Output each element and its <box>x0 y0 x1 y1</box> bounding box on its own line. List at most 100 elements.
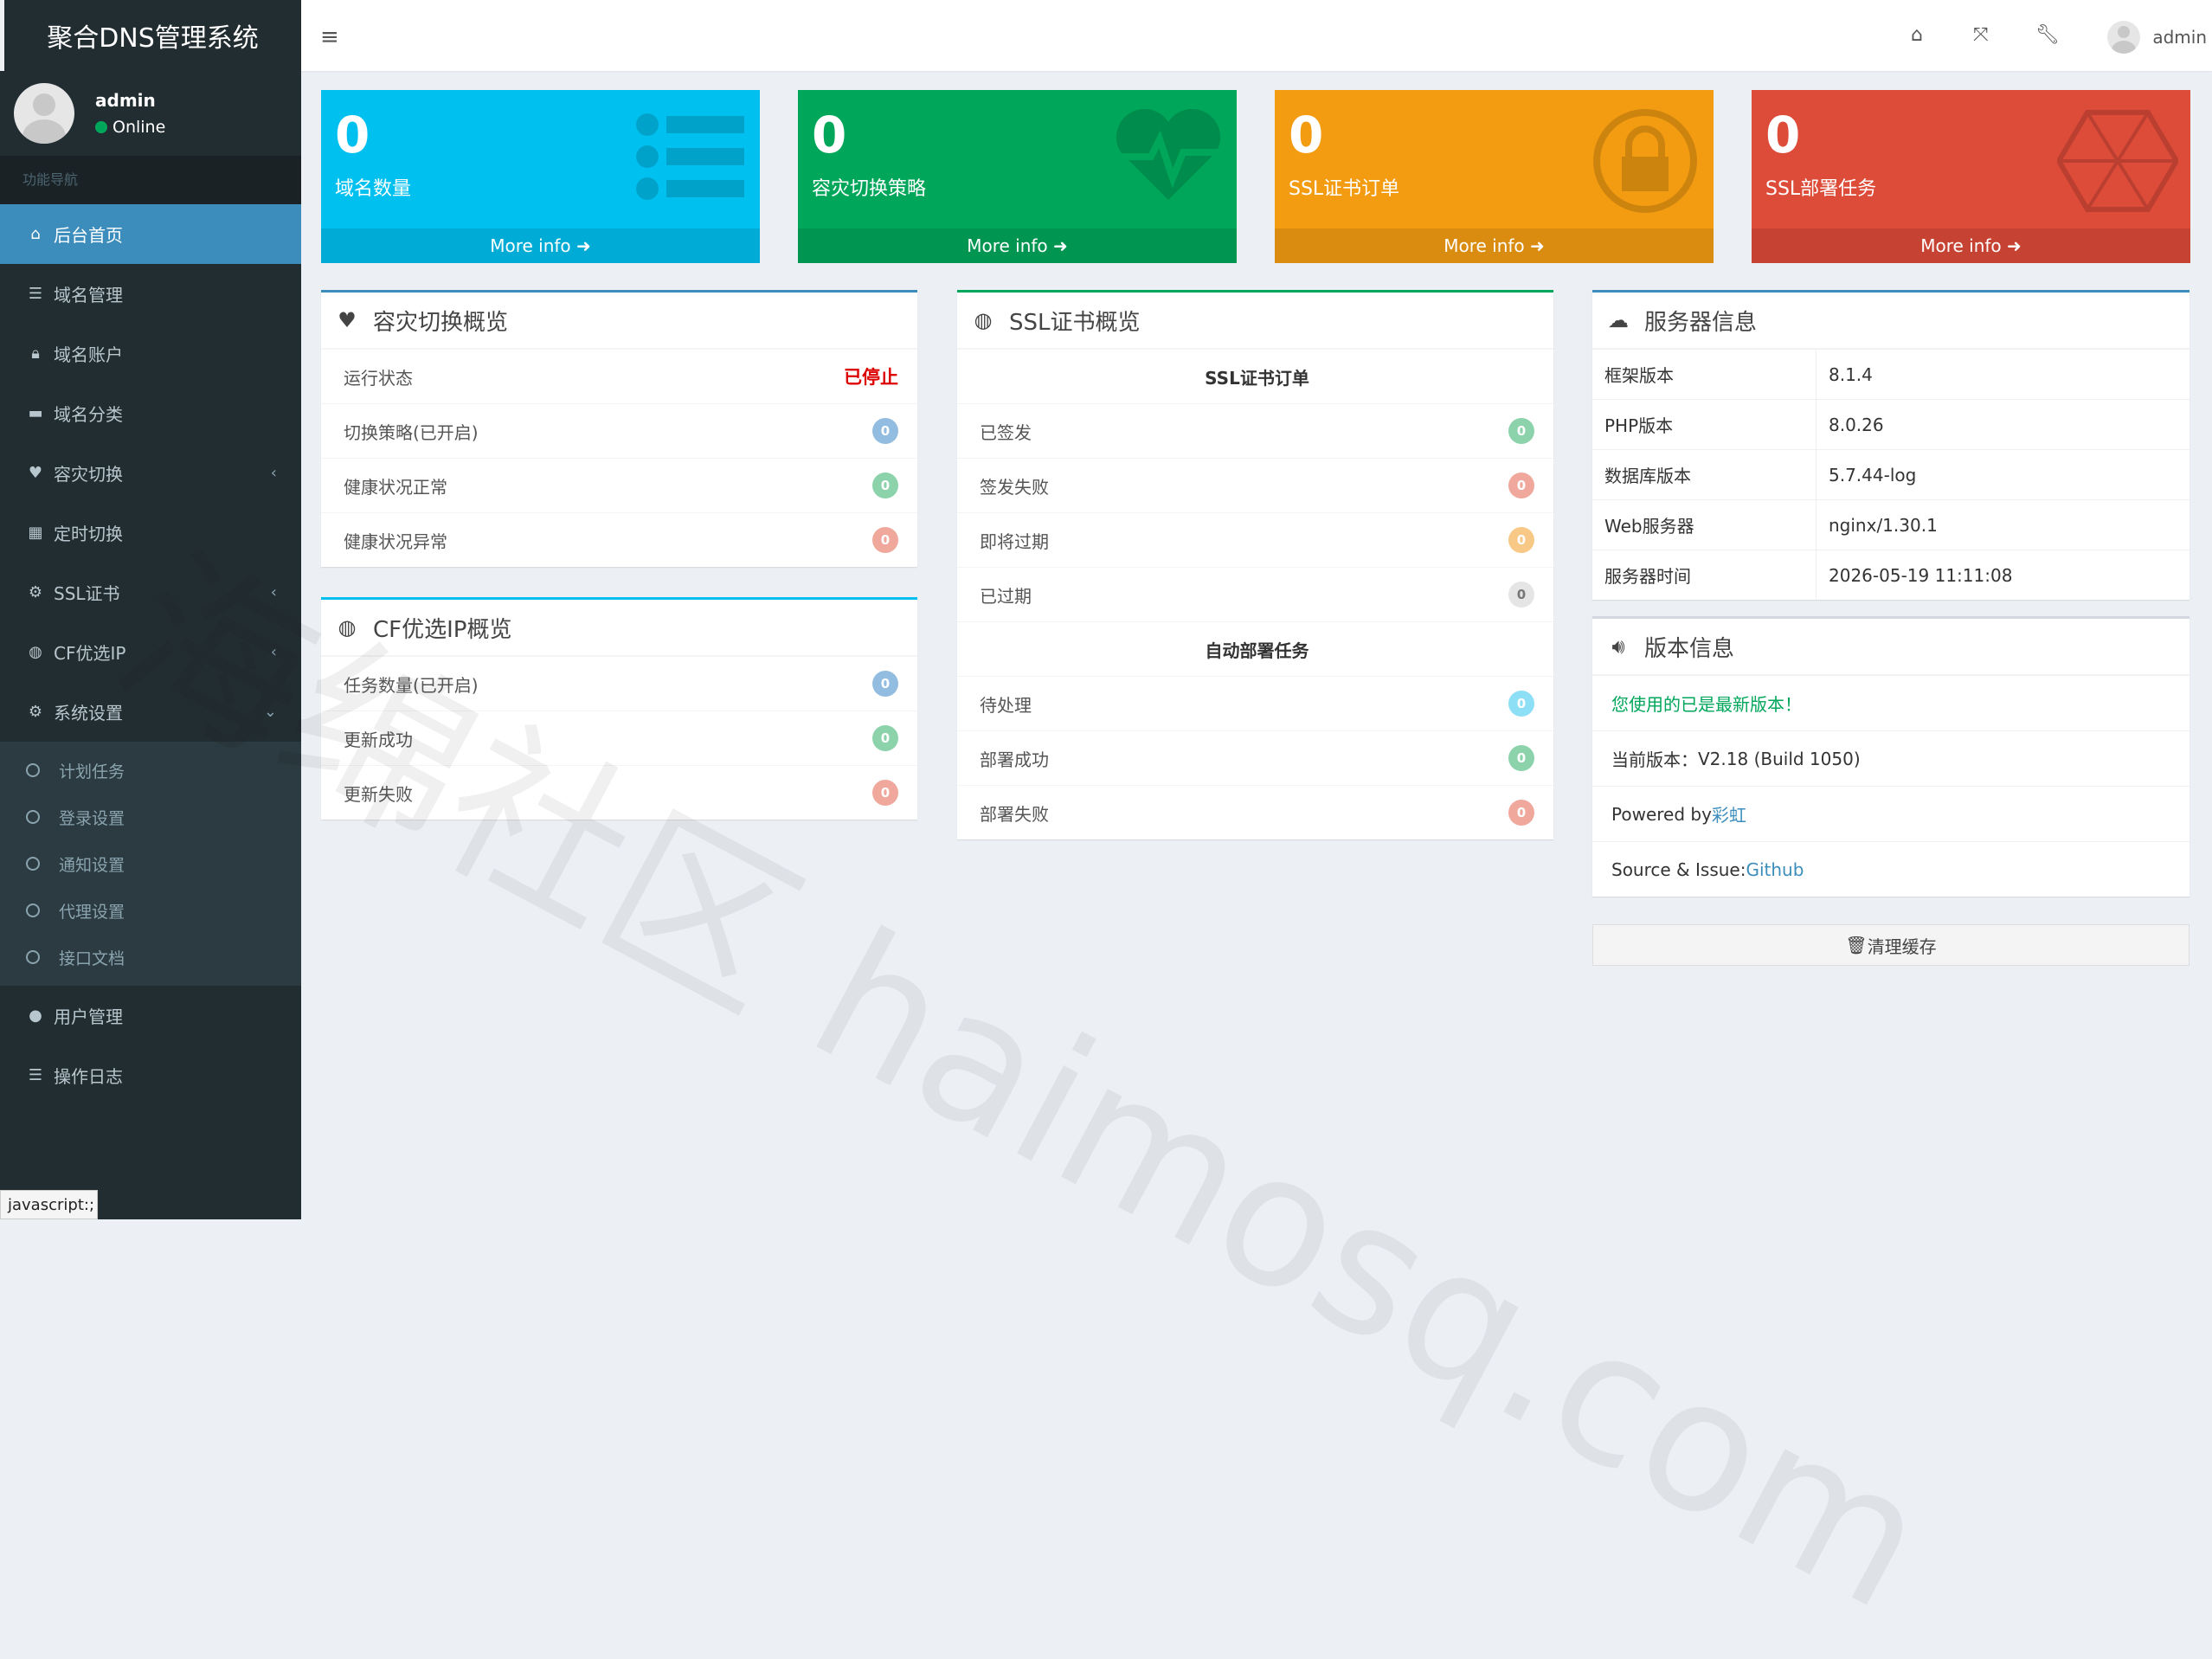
count-badge: 0 <box>1508 582 1534 608</box>
more-info-link[interactable]: More info ➜ <box>321 228 760 263</box>
sidebar-item-scheduled-switch[interactable]: ▦ 定时切换 <box>0 503 301 563</box>
more-info-link[interactable]: More info ➜ <box>1752 228 2190 263</box>
box-title: 版本信息 <box>1644 635 1735 662</box>
stat-value: 0 <box>1765 106 1801 164</box>
sidebar-item-dashboard[interactable]: ⌂ 后台首页 <box>0 204 301 264</box>
circle-icon <box>26 857 40 871</box>
wrench-icon[interactable]: 🔧︎ <box>2035 24 2060 46</box>
home-icon[interactable]: ⌂ <box>1911 24 1923 46</box>
stat-value: 0 <box>1289 106 1324 164</box>
circle-icon <box>26 950 40 964</box>
sidebar-item-label: 容灾切换 <box>54 464 123 485</box>
row-label: 即将过期 <box>980 530 1049 552</box>
clear-cache-button[interactable]: 🗑︎ 清理缓存 <box>1592 924 2189 966</box>
subitem-notify-settings[interactable]: 通知设置 <box>0 840 301 887</box>
table-row: 数据库版本 5.7.44-log <box>1592 449 2189 500</box>
stat-box-ssl-orders: 0 SSL证书订单 More info ➜ <box>1275 90 1714 263</box>
table-value: nginx/1.30.1 <box>1816 499 2189 550</box>
subitem-cron[interactable]: 计划任务 <box>0 747 301 794</box>
sidebar-item-logs[interactable]: ☰ 操作日志 <box>0 1045 301 1105</box>
list-item: 任务数量(已开启) 0 <box>321 656 917 711</box>
table-key: Web服务器 <box>1592 499 1817 550</box>
avatar <box>14 83 74 144</box>
subitem-label: 代理设置 <box>59 902 125 922</box>
row-label: 更新成功 <box>344 729 413 750</box>
table-key: PHP版本 <box>1592 399 1817 450</box>
row-label: 部署成功 <box>980 749 1049 770</box>
sidebar-item-domain-categories[interactable]: ▬ 域名分类 <box>0 383 301 443</box>
server-info-box: ☁ 服务器信息 框架版本 8.1.4 PHP版本 8.0.26 数据库版本 5.… <box>1592 290 2189 600</box>
box-title: SSL证书概览 <box>1009 309 1141 336</box>
powered-by: Powered by 彩虹 <box>1592 786 2189 841</box>
sidebar-item-failover[interactable]: ♥ 容灾切换 ‹ <box>0 443 301 503</box>
list-item: 即将过期 0 <box>957 512 1553 567</box>
sidebar-item-ssl[interactable]: ⚙ SSL证书 ‹ <box>0 563 301 622</box>
user-status-label: Online <box>113 118 166 137</box>
current-version-label: 当前版本： <box>1611 749 1698 770</box>
heartbeat-icon: ♥ <box>28 464 43 482</box>
table-row: PHP版本 8.0.26 <box>1592 399 2189 450</box>
powered-by-link[interactable]: 彩虹 <box>1712 801 1746 826</box>
subitem-api-docs[interactable]: 接口文档 <box>0 934 301 981</box>
count-badge: 0 <box>1508 418 1534 444</box>
count-badge: 0 <box>1508 473 1534 498</box>
chevron-left-icon: ‹ <box>270 643 277 661</box>
online-dot-icon <box>95 121 107 133</box>
hexagon-icon <box>2057 110 2178 212</box>
stat-label: SSL部署任务 <box>1765 178 1877 200</box>
list-item: 部署成功 0 <box>957 730 1553 785</box>
ssl-overview-box: ◍ SSL证书概览 SSL证书订单 已签发 0 签发失败 0 即将过期 0 已过… <box>957 290 1553 839</box>
circle-icon <box>26 903 40 917</box>
lock-icon <box>1593 109 1697 213</box>
count-badge: 0 <box>872 671 898 697</box>
sidebar-item-cf-ip[interactable]: ◍ CF优选IP ‹ <box>0 622 301 682</box>
section-header: SSL证书订单 <box>957 349 1553 403</box>
table-row: 框架版本 8.1.4 <box>1592 349 2189 400</box>
row-label: 签发失败 <box>980 476 1049 498</box>
subitem-proxy-settings[interactable]: 代理设置 <box>0 887 301 934</box>
sidebar-item-system-settings[interactable]: ⚙ 系统设置 ⌄ <box>0 682 301 742</box>
sidebar-item-label: 用户管理 <box>54 1006 123 1027</box>
user-name: admin <box>95 90 156 111</box>
status-badge: 已停止 <box>844 367 898 388</box>
count-badge: 0 <box>1508 800 1534 826</box>
count-badge: 0 <box>872 725 898 751</box>
stat-value: 0 <box>335 106 370 164</box>
sidebar-item-label: 后台首页 <box>54 225 123 246</box>
stat-value: 0 <box>812 106 847 164</box>
list-item: 已签发 0 <box>957 403 1553 458</box>
list-item: 待处理 0 <box>957 676 1553 730</box>
count-badge: 0 <box>1508 691 1534 717</box>
user-icon: ● <box>29 1006 42 1025</box>
sidebar-item-domains[interactable]: ☰ 域名管理 <box>0 264 301 324</box>
row-label: 待处理 <box>980 694 1032 716</box>
table-row: Web服务器 nginx/1.30.1 <box>1592 499 2189 550</box>
table-value: 5.7.44-log <box>1816 449 2189 500</box>
sidebar-toggle-icon[interactable]: ≡ <box>320 24 339 50</box>
sidebar-item-users[interactable]: ● 用户管理 <box>0 986 301 1045</box>
row-label: 健康状况异常 <box>344 530 447 552</box>
sidebar-item-label: 域名分类 <box>54 404 123 425</box>
github-link[interactable]: Github <box>1746 859 1804 880</box>
subitem-login-settings[interactable]: 登录设置 <box>0 794 301 840</box>
more-info-link[interactable]: More info ➜ <box>798 228 1237 263</box>
subitem-label: 计划任务 <box>59 762 125 781</box>
sidebar-item-label: SSL证书 <box>54 583 120 604</box>
user-menu[interactable]: admin <box>2107 21 2207 54</box>
more-info-link[interactable]: More info ➜ <box>1275 228 1714 263</box>
latest-version-notice: 您使用的已是最新版本！ <box>1592 675 2189 730</box>
stat-box-failover: 0 容灾切换策略 More info ➜ <box>798 90 1237 263</box>
sidebar-item-label: 操作日志 <box>54 1066 123 1087</box>
list-item: 健康状况异常 0 <box>321 512 917 567</box>
current-version-value: V2.18 (Build 1050) <box>1698 748 1861 769</box>
sidebar-item-label: 域名账户 <box>54 344 123 365</box>
user-panel: admin Online <box>0 71 301 156</box>
globe-icon: ◍ <box>29 643 42 661</box>
box-header: ☁ 服务器信息 <box>1592 293 2189 349</box>
app-logo[interactable]: 聚合DNS管理系统 <box>0 0 301 71</box>
server-info-table: 框架版本 8.1.4 PHP版本 8.0.26 数据库版本 5.7.44-log… <box>1592 349 2189 600</box>
fullscreen-icon[interactable]: ⤧ <box>1973 24 1989 46</box>
list-item: 部署失败 0 <box>957 785 1553 839</box>
list-item: 更新成功 0 <box>321 711 917 765</box>
sidebar-item-domain-accounts[interactable]: 🔒︎ 域名账户 <box>0 324 301 383</box>
